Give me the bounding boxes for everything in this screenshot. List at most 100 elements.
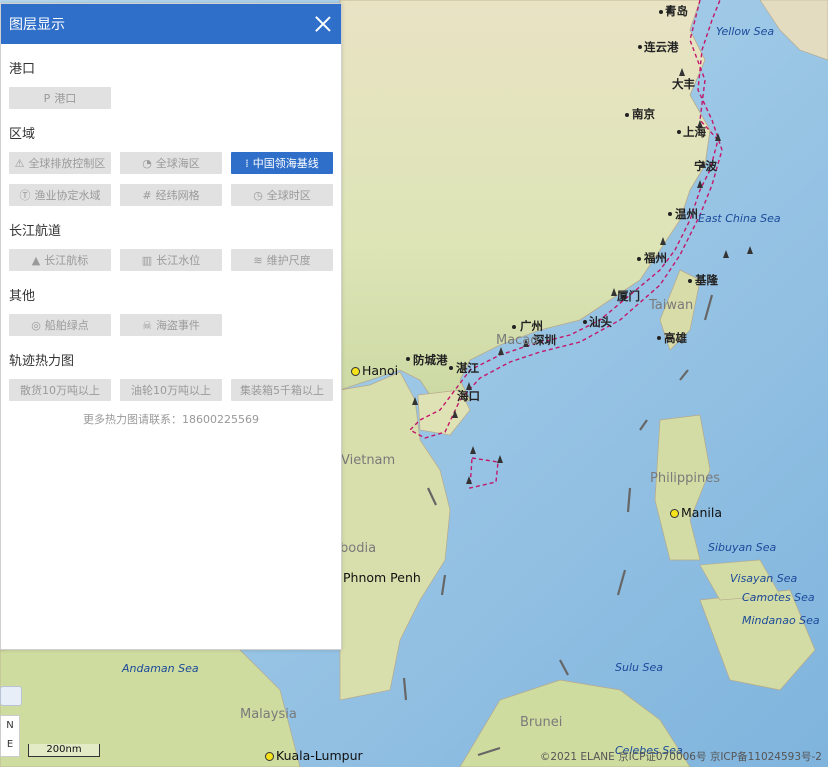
- button-label: 港口: [54, 92, 77, 105]
- capital-dot: [670, 509, 679, 518]
- city-xiamen[interactable]: 厦门: [617, 288, 640, 304]
- button-label: 全球海区: [155, 157, 200, 170]
- heatmap-buttons: 散货10万吨以上 油轮10万吨以上 集装箱5千箱以上: [1, 379, 341, 401]
- city-shanghai[interactable]: 上海: [683, 124, 706, 140]
- city-dafeng[interactable]: 大丰: [672, 76, 695, 92]
- button-label: 散货10万吨以上: [20, 384, 100, 397]
- gauge-icon: ▥: [141, 253, 153, 267]
- city-kaohsiung[interactable]: 高雄: [664, 330, 687, 346]
- tanker-heatmap-button[interactable]: 油轮10万吨以上: [120, 379, 222, 401]
- city-dot: [406, 357, 410, 361]
- yangtze-water-level-button[interactable]: ▥ 长江水位: [120, 249, 222, 271]
- sea-east-china: East China Sea: [698, 212, 781, 225]
- warning-icon: ⚠: [14, 156, 25, 170]
- region-buttons-row2: Ⓣ 渔业协定水域 # 经纬网格 ◷ 全球时区: [1, 184, 341, 206]
- button-label: 海盗事件: [155, 319, 200, 332]
- region-buttons-row1: ⚠ 全球排放控制区 ◔ 全球海区 ⁞ 中国领海基线: [1, 152, 341, 174]
- city-ningbo[interactable]: 宁波: [694, 158, 717, 174]
- piracy-events-button[interactable]: ☠ 海盗事件: [120, 314, 222, 336]
- country-cambodia: bodia: [340, 541, 377, 556]
- city-dot: [657, 336, 661, 340]
- button-label: 维护尺度: [266, 254, 311, 267]
- city-dot: [512, 325, 516, 329]
- emission-control-button[interactable]: ⚠ 全球排放控制区: [9, 152, 111, 174]
- yangtze-buttons: ▲ 长江航标 ▥ 长江水位 ≋ 维护尺度: [1, 249, 341, 271]
- button-label: 长江水位: [156, 254, 201, 267]
- capital-dot: [351, 367, 360, 376]
- section-title-other: 其他: [9, 289, 36, 304]
- button-label: 全球排放控制区: [28, 157, 106, 170]
- city-fangchenggang[interactable]: 防城港: [413, 352, 448, 368]
- button-label: 长江航标: [44, 254, 89, 267]
- city-keelung[interactable]: 基隆: [695, 272, 718, 288]
- city-manila[interactable]: Manila: [681, 505, 722, 520]
- panel-title: 图层显示: [9, 17, 65, 33]
- city-fuzhou[interactable]: 福州: [644, 250, 667, 266]
- city-hanoi[interactable]: Hanoi: [362, 363, 398, 378]
- city-shantou[interactable]: 汕头: [589, 314, 612, 330]
- button-label: 渔业协定水域: [34, 189, 101, 202]
- button-label: 集装箱5千箱以上: [240, 384, 324, 397]
- skull-icon: ☠: [142, 318, 152, 332]
- city-dot: [638, 45, 642, 49]
- maintenance-scale-button[interactable]: ≋ 维护尺度: [231, 249, 333, 271]
- grid-icon: #: [142, 188, 152, 202]
- city-dot: [449, 366, 453, 370]
- city-zhanjiang[interactable]: 湛江: [456, 360, 479, 376]
- city-dot: [637, 257, 641, 261]
- map-toggle-button[interactable]: [0, 686, 22, 706]
- close-icon[interactable]: [313, 14, 333, 34]
- yangtze-buoy-button[interactable]: ▲ 长江航标: [9, 249, 111, 271]
- country-malaysia: Malaysia: [240, 707, 297, 722]
- section-title-heatmap: 轨迹热力图: [9, 354, 75, 369]
- ship-green-dot-button[interactable]: ◎ 船舶绿点: [9, 314, 111, 336]
- fishery-waters-button[interactable]: Ⓣ 渔业协定水域: [9, 184, 111, 206]
- country-macao: Macao: [496, 333, 539, 348]
- sea-sulu: Sulu Sea: [615, 661, 663, 674]
- city-lianyungang[interactable]: 连云港: [644, 39, 679, 55]
- city-phnom-penh[interactable]: Phnom Penh: [343, 570, 421, 585]
- country-taiwan: Taiwan: [649, 298, 694, 313]
- panel-header: 图层显示: [1, 4, 341, 44]
- container-heatmap-button[interactable]: 集装箱5千箱以上: [231, 379, 333, 401]
- china-baseline-button[interactable]: ⁞ 中国领海基线: [231, 152, 333, 174]
- button-label: 全球时区: [266, 189, 311, 202]
- sea-camotes: Camotes Sea: [742, 591, 815, 604]
- city-dot: [688, 279, 692, 283]
- baseline-icon: ⁞: [245, 156, 249, 170]
- section-title-port: 港口: [9, 62, 36, 77]
- city-nanjing[interactable]: 南京: [632, 106, 655, 122]
- grid-button[interactable]: # 经纬网格: [120, 184, 222, 206]
- fishery-icon: Ⓣ: [19, 188, 31, 202]
- city-dot: [668, 212, 672, 216]
- compass-east: E: [6, 739, 14, 750]
- layer-panel: 图层显示 港口 P 港口 区域 ⚠ 全球排放控制区 ◔ 全球海区 ⁞ 中国领海基线 Ⓣ 渔…: [0, 3, 342, 650]
- sea-mindanao: Mindanao Sea: [742, 614, 820, 627]
- parking-icon: P: [43, 91, 51, 105]
- globe-icon: ◔: [142, 156, 152, 170]
- heatmap-contact-hint: 更多热力图请联系：18600225569: [83, 413, 259, 426]
- country-brunei: Brunei: [520, 715, 563, 730]
- scale-bar: 200nm: [28, 744, 100, 757]
- button-label: 中国领海基线: [252, 157, 319, 170]
- city-kuala-lumpur[interactable]: Kuala-Lumpur: [276, 748, 363, 763]
- sea-andaman: Andaman Sea: [122, 662, 199, 675]
- section-title-region: 区域: [9, 127, 36, 142]
- section-title-yangtze: 长江航道: [9, 224, 62, 239]
- city-qingdao[interactable]: 青岛: [665, 3, 688, 19]
- capital-dot: [265, 752, 274, 761]
- city-dot: [583, 320, 587, 324]
- city-haikou[interactable]: 海口: [457, 388, 480, 404]
- bulk-heatmap-button[interactable]: 散货10万吨以上: [9, 379, 111, 401]
- clock-icon: ◷: [253, 188, 263, 202]
- button-label: 经纬网格: [155, 189, 200, 202]
- compass: N E: [0, 715, 20, 757]
- city-wenzhou[interactable]: 温州: [675, 206, 698, 222]
- timezone-button[interactable]: ◷ 全球时区: [231, 184, 333, 206]
- button-label: 船舶绿点: [44, 319, 89, 332]
- other-buttons: ◎ 船舶绿点 ☠ 海盗事件: [1, 314, 341, 336]
- button-label: 油轮10万吨以上: [131, 384, 211, 397]
- global-sea-area-button[interactable]: ◔ 全球海区: [120, 152, 222, 174]
- sea-yellow: Yellow Sea: [716, 25, 775, 38]
- port-button[interactable]: P 港口: [9, 87, 111, 109]
